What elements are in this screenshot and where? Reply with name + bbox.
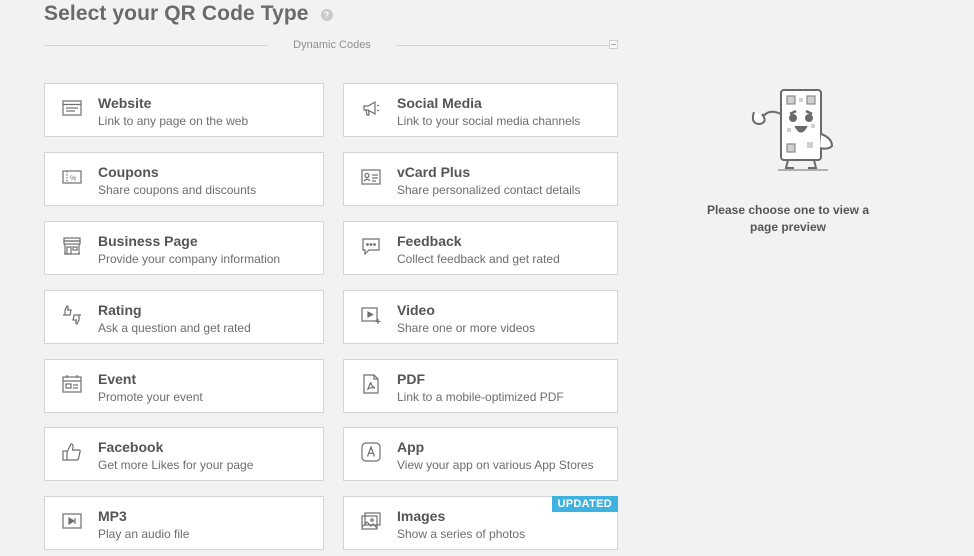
audio-play-icon bbox=[61, 510, 83, 532]
qr-type-event[interactable]: Event Promote your event bbox=[44, 359, 324, 413]
contact-card-icon bbox=[360, 166, 382, 188]
card-subtitle: Link to any page on the web bbox=[98, 114, 249, 128]
card-title: Facebook bbox=[98, 439, 164, 455]
like-thumb-icon bbox=[61, 441, 83, 463]
section-label: Dynamic Codes bbox=[293, 39, 371, 51]
qr-type-pdf[interactable]: PDF Link to a mobile-optimized PDF bbox=[343, 359, 618, 413]
card-subtitle: Link to a mobile-optimized PDF bbox=[397, 390, 564, 404]
card-title: Coupons bbox=[98, 164, 159, 180]
card-subtitle: Promote your event bbox=[98, 390, 203, 404]
card-subtitle: Show a series of photos bbox=[397, 527, 526, 541]
browser-window-icon bbox=[61, 97, 83, 119]
card-title: Website bbox=[98, 95, 152, 111]
qr-type-mp3[interactable]: MP3 Play an audio file bbox=[44, 496, 324, 550]
card-title: Event bbox=[98, 371, 137, 387]
card-subtitle: View your app on various App Stores bbox=[397, 458, 594, 472]
card-subtitle: Share one or more videos bbox=[397, 321, 536, 335]
svg-text:%: % bbox=[70, 176, 76, 183]
collapse-toggle-icon[interactable] bbox=[609, 40, 618, 49]
qr-type-business-page[interactable]: Business Page Provide your company infor… bbox=[44, 221, 324, 275]
qr-type-video[interactable]: Video Share one or more videos bbox=[343, 290, 618, 344]
qr-type-app[interactable]: App View your app on various App Stores bbox=[343, 427, 618, 481]
card-subtitle: Get more Likes for your page bbox=[98, 458, 254, 472]
preview-panel: Please choose one to view a page preview bbox=[700, 84, 876, 236]
app-store-icon bbox=[360, 441, 382, 463]
coupon-icon: % bbox=[61, 166, 83, 188]
qr-code-mascot-icon bbox=[700, 84, 876, 184]
card-title: vCard Plus bbox=[397, 164, 471, 180]
event-calendar-icon bbox=[61, 373, 83, 395]
card-subtitle: Share coupons and discounts bbox=[98, 183, 257, 197]
section-divider: Dynamic Codes bbox=[44, 38, 618, 54]
qr-type-coupons[interactable]: % Coupons Share coupons and discounts bbox=[44, 152, 324, 206]
card-subtitle: Ask a question and get rated bbox=[98, 321, 251, 335]
storefront-icon bbox=[61, 235, 83, 257]
qr-type-website[interactable]: Website Link to any page on the web bbox=[44, 83, 324, 137]
question-circle-icon[interactable]: ? bbox=[320, 9, 333, 21]
card-title: Images bbox=[397, 508, 446, 524]
preview-instructions: Please choose one to view a page preview bbox=[706, 203, 870, 234]
card-title: PDF bbox=[397, 371, 425, 387]
card-title: MP3 bbox=[98, 508, 127, 524]
megaphone-icon bbox=[360, 97, 382, 119]
divider-line-right bbox=[396, 45, 610, 46]
card-title: Social Media bbox=[397, 95, 482, 111]
card-subtitle: Collect feedback and get rated bbox=[397, 252, 560, 266]
qr-type-feedback[interactable]: Feedback Collect feedback and get rated bbox=[343, 221, 618, 275]
pdf-document-icon bbox=[360, 373, 382, 395]
card-title: Rating bbox=[98, 302, 142, 318]
qr-type-rating[interactable]: Rating Ask a question and get rated bbox=[44, 290, 324, 344]
card-subtitle: Share personalized contact details bbox=[397, 183, 581, 197]
qr-type-social-media[interactable]: Social Media Link to your social media c… bbox=[343, 83, 618, 137]
card-title: App bbox=[397, 439, 425, 455]
card-title: Feedback bbox=[397, 233, 462, 249]
card-subtitle: Link to your social media channels bbox=[397, 114, 581, 128]
chat-bubble-icon bbox=[360, 235, 382, 257]
card-subtitle: Provide your company information bbox=[98, 252, 281, 266]
image-gallery-icon bbox=[360, 510, 382, 532]
card-title: Video bbox=[397, 302, 435, 318]
updated-badge: UPDATED bbox=[551, 496, 618, 512]
card-subtitle: Play an audio file bbox=[98, 527, 190, 541]
qr-type-vcard-plus[interactable]: vCard Plus Share personalized contact de… bbox=[343, 152, 618, 206]
page-title-text: Select your QR Code Type bbox=[44, 2, 309, 25]
page-title: Select your QR Code Type ? bbox=[44, 2, 333, 26]
card-title: Business Page bbox=[98, 233, 198, 249]
qr-type-images[interactable]: Images Show a series of photos UPDATED bbox=[343, 496, 618, 550]
video-play-icon bbox=[360, 304, 382, 326]
qr-type-facebook[interactable]: Facebook Get more Likes for your page bbox=[44, 427, 324, 481]
thumbs-up-down-icon bbox=[61, 304, 83, 326]
divider-line-left bbox=[44, 45, 268, 46]
